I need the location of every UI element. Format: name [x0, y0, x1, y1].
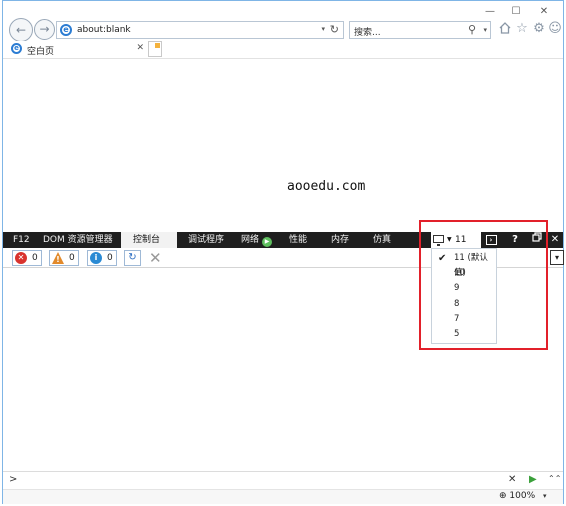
devtools-close-button[interactable]: ✕: [548, 232, 562, 248]
search-dropdown-icon[interactable]: ▾: [483, 26, 487, 34]
zoom-dropdown-icon[interactable]: ▾: [543, 492, 547, 500]
tab-favicon-icon: e: [11, 43, 22, 54]
tab-network[interactable]: 网络 ▶: [241, 232, 273, 248]
back-button[interactable]: ←: [9, 18, 33, 42]
expand-icon[interactable]: ⌃⌃: [548, 474, 561, 483]
minimize-button[interactable]: —: [479, 5, 501, 19]
network-start-icon[interactable]: ▶: [262, 237, 273, 247]
tab-emulation[interactable]: 仿真: [373, 232, 391, 248]
ie-window: — ☐ ✕ ← → e about:blank ▾ ↻ 搜索... ⚲ ▾ ☆ …: [2, 0, 564, 504]
address-bar[interactable]: e about:blank ▾ ↻: [56, 21, 344, 39]
highlight-box: [419, 220, 548, 350]
settings-gear-icon[interactable]: ⚙: [531, 21, 547, 37]
console-command-line[interactable]: > ✕ ▶ ⌃⌃: [3, 471, 563, 489]
watermark-text: aooedu.com: [287, 179, 366, 194]
clear-input-icon[interactable]: ✕: [508, 474, 516, 485]
tab-debugger[interactable]: 调试程序: [188, 232, 224, 248]
favorites-star-icon[interactable]: ☆: [514, 21, 530, 37]
info-filter-button[interactable]: i 0: [87, 250, 117, 266]
search-box[interactable]: 搜索... ⚲ ▾: [349, 21, 491, 39]
info-icon: i: [90, 252, 102, 264]
forward-button[interactable]: →: [34, 19, 55, 40]
clear-on-navigate-button[interactable]: ↻: [124, 250, 141, 266]
info-count: 0: [107, 253, 113, 263]
tab-performance[interactable]: 性能: [289, 232, 307, 248]
home-icon[interactable]: [497, 21, 513, 37]
tab-row-divider: [3, 58, 563, 59]
status-bar: ⊕ 100% ▾: [3, 489, 563, 504]
browser-tab[interactable]: e 空白页 ✕: [9, 41, 147, 58]
prompt-chevron-icon: >: [9, 474, 18, 485]
tab-close-icon[interactable]: ✕: [136, 43, 144, 53]
tab-memory[interactable]: 内存: [331, 232, 349, 248]
warning-icon: !: [52, 252, 64, 264]
tab-title: 空白页: [27, 47, 55, 57]
refresh-icon[interactable]: ↻: [330, 23, 339, 36]
search-input[interactable]: 搜索...: [354, 25, 381, 38]
run-icon[interactable]: ▶: [529, 474, 537, 485]
new-tab-button[interactable]: [148, 41, 162, 57]
close-window-button[interactable]: ✕: [533, 5, 555, 19]
clear-console-icon[interactable]: ✕: [149, 249, 162, 267]
search-icon[interactable]: ⚲: [468, 23, 476, 36]
error-icon: ✕: [15, 252, 27, 264]
address-input[interactable]: about:blank: [77, 25, 131, 35]
tab-dom-explorer[interactable]: DOM 资源管理器: [43, 232, 113, 248]
warnings-count: 0: [69, 253, 75, 263]
warnings-filter-button[interactable]: ! 0: [49, 250, 79, 266]
ie-logo-icon: e: [60, 24, 72, 36]
maximize-button[interactable]: ☐: [505, 5, 527, 19]
tab-console[interactable]: 控制台: [121, 232, 177, 248]
zoom-level[interactable]: ⊕ 100%: [499, 491, 535, 501]
feedback-smiley-icon[interactable]: ☺: [548, 21, 562, 37]
target-dropdown[interactable]: ▾: [550, 250, 564, 265]
tab-f12[interactable]: F12: [13, 232, 30, 248]
address-dropdown-icon[interactable]: ▾: [321, 25, 325, 33]
errors-filter-button[interactable]: ✕ 0: [12, 250, 42, 266]
errors-count: 0: [32, 253, 38, 263]
